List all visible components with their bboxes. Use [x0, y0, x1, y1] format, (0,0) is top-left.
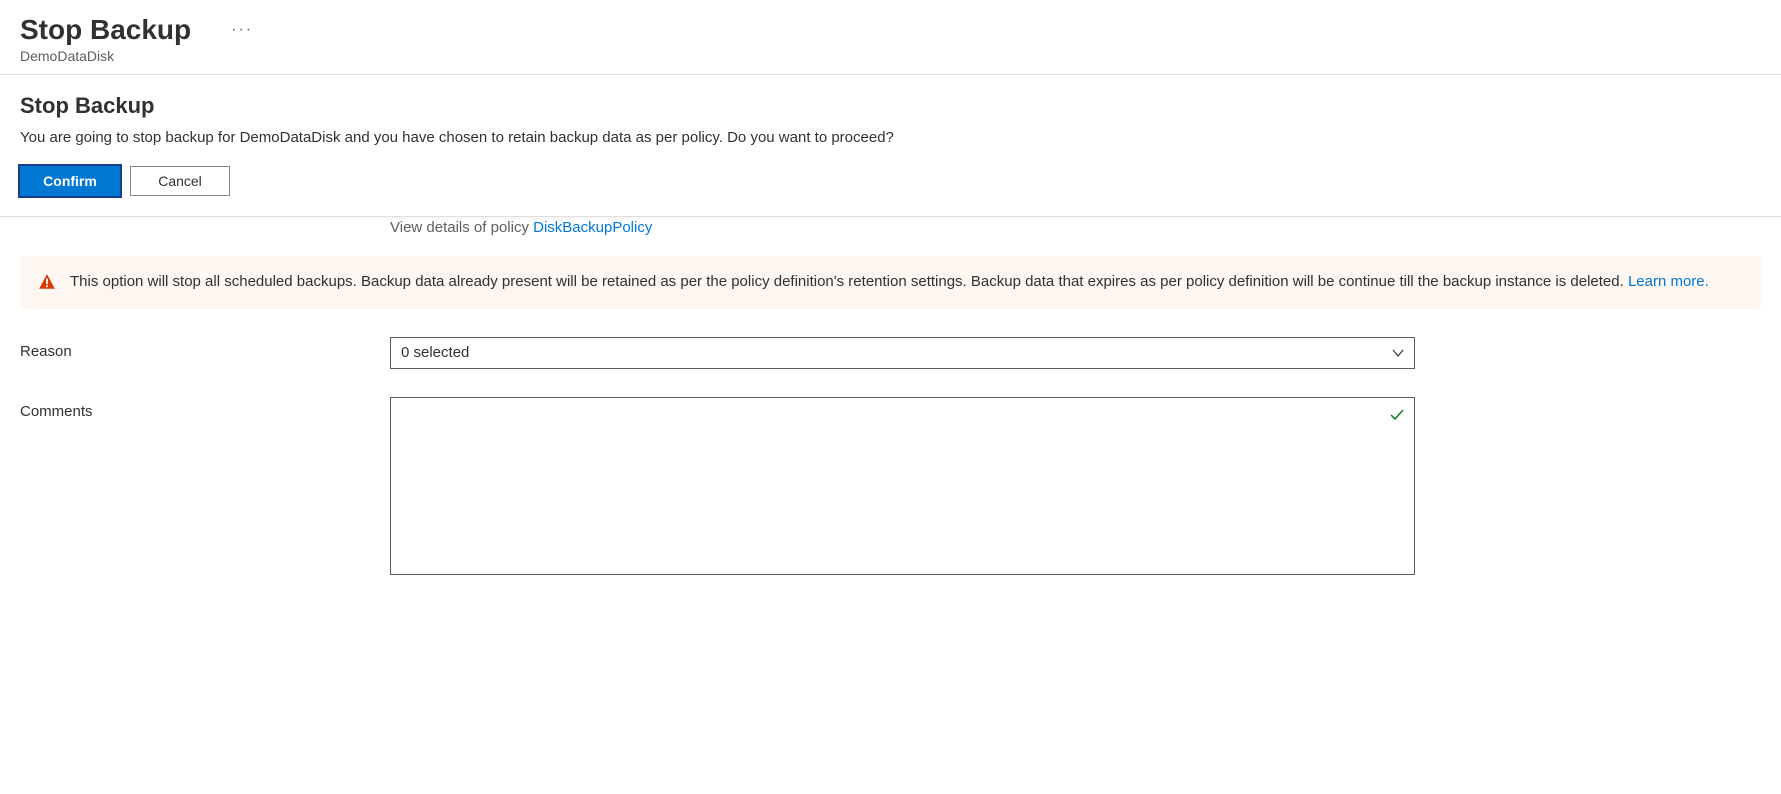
comments-textarea[interactable] [390, 397, 1415, 575]
comments-label: Comments [20, 397, 390, 420]
warning-icon [38, 273, 56, 291]
page-subtitle: DemoDataDisk [20, 48, 1761, 64]
warning-message: This option will stop all scheduled back… [70, 273, 1628, 290]
learn-more-link[interactable]: Learn more. [1628, 273, 1709, 290]
warning-info-box: This option will stop all scheduled back… [20, 256, 1761, 309]
policy-details-line: View details of policy DiskBackupPolicy [20, 217, 1761, 256]
reason-selected-value: 0 selected [401, 344, 469, 361]
confirm-heading: Stop Backup [20, 93, 1761, 119]
header-title-row: Stop Backup ··· [20, 14, 1761, 46]
reason-label: Reason [20, 337, 390, 360]
confirm-panel: Stop Backup You are going to stop backup… [0, 75, 1781, 217]
reason-select[interactable]: 0 selected [390, 337, 1415, 369]
cancel-button[interactable]: Cancel [130, 166, 230, 196]
confirm-message: You are going to stop backup for DemoDat… [20, 129, 1761, 146]
reason-row: Reason 0 selected [20, 337, 1761, 369]
reason-control: 0 selected [390, 337, 1415, 369]
content-section: View details of policy DiskBackupPolicy … [0, 217, 1781, 578]
comments-row: Comments [20, 397, 1761, 578]
button-row: Confirm Cancel [20, 166, 1761, 196]
confirm-button[interactable]: Confirm [20, 166, 120, 196]
more-options-icon[interactable]: ··· [231, 21, 253, 39]
header-section: Stop Backup ··· DemoDataDisk [0, 0, 1781, 75]
page-title: Stop Backup [20, 14, 191, 46]
policy-prefix: View details of policy [390, 219, 533, 236]
policy-link[interactable]: DiskBackupPolicy [533, 219, 652, 236]
comments-control [390, 397, 1415, 578]
warning-text: This option will stop all scheduled back… [70, 271, 1709, 294]
